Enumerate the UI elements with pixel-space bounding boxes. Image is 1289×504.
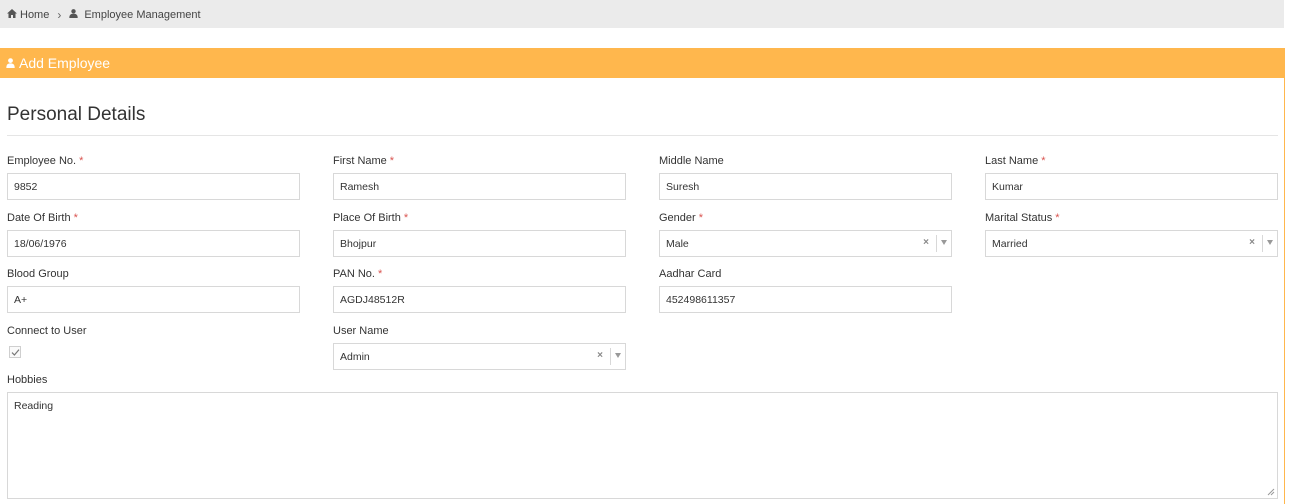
required-marker: * xyxy=(698,212,703,224)
breadcrumb-bar: Home › Employee Management xyxy=(0,0,1284,28)
user-icon xyxy=(6,55,15,71)
aadhar-label-text: Aadhar Card xyxy=(659,268,722,280)
pan-no-label-text: PAN No. xyxy=(333,268,375,280)
hobbies-textarea-value: Reading xyxy=(14,400,54,412)
place-of-birth-input[interactable]: Bhojpur xyxy=(333,230,626,257)
employee-no-label: Employee No. * xyxy=(7,155,83,167)
dob-input[interactable]: 18/06/1976 xyxy=(7,230,300,257)
dob-label-text: Date Of Birth xyxy=(7,212,71,224)
resize-grip-icon[interactable] xyxy=(1267,488,1275,496)
checkmark-icon xyxy=(11,349,20,356)
employee-no-label-text: Employee No. xyxy=(7,155,77,167)
breadcrumb-separator: › xyxy=(57,8,62,22)
first-name-label: First Name * xyxy=(333,155,394,167)
gender-select[interactable]: Male × xyxy=(659,230,952,257)
panel-header: Add Employee xyxy=(0,48,1285,78)
blood-group-input[interactable]: A+ xyxy=(7,286,300,313)
employee-no-input[interactable]: 9852 xyxy=(7,173,300,200)
middle-name-input[interactable]: Suresh xyxy=(659,173,952,200)
breadcrumb-home-link[interactable]: Home xyxy=(20,9,49,21)
hobbies-label: Hobbies xyxy=(7,374,47,386)
pan-no-label: PAN No. * xyxy=(333,268,382,280)
last-name-label-text: Last Name xyxy=(985,155,1039,167)
gender-select-value: Male xyxy=(666,238,689,250)
clear-icon[interactable]: × xyxy=(1249,237,1255,248)
user-name-label: User Name xyxy=(333,325,389,337)
marital-status-label: Marital Status * xyxy=(985,212,1060,224)
clear-icon[interactable]: × xyxy=(597,350,603,361)
required-marker: * xyxy=(73,212,78,224)
middle-name-label-text: Middle Name xyxy=(659,155,724,167)
connect-user-checkbox[interactable] xyxy=(9,346,21,358)
required-marker: * xyxy=(403,212,409,224)
place-of-birth-label: Place Of Birth * xyxy=(333,212,408,224)
connect-user-label: Connect to User xyxy=(7,325,86,337)
pan-no-input[interactable]: AGDJ48512R xyxy=(333,286,626,313)
hobbies-textarea[interactable]: Reading xyxy=(7,392,1278,499)
section-title: Personal Details xyxy=(7,104,146,125)
middle-name-label: Middle Name xyxy=(659,155,724,167)
breadcrumb-current: Employee Management xyxy=(84,9,201,21)
aadhar-label: Aadhar Card xyxy=(659,268,721,280)
first-name-input[interactable]: Ramesh xyxy=(333,173,626,200)
dob-label: Date Of Birth * xyxy=(7,212,78,224)
panel-title: Add Employee xyxy=(6,55,110,71)
required-marker: * xyxy=(79,155,84,167)
select-divider xyxy=(610,348,611,365)
first-name-label-text: First Name xyxy=(333,155,387,167)
panel-title-text: Add Employee xyxy=(19,55,111,71)
chevron-down-icon[interactable] xyxy=(615,353,621,358)
user-name-select[interactable]: Admin × xyxy=(333,343,626,370)
blood-group-label: Blood Group xyxy=(7,268,69,280)
home-icon xyxy=(7,9,17,21)
aadhar-input[interactable]: 452498611357 xyxy=(659,286,952,313)
blood-group-label-text: Blood Group xyxy=(7,268,69,280)
last-name-label: Last Name * xyxy=(985,155,1045,167)
chevron-down-icon[interactable] xyxy=(1267,240,1273,245)
required-marker: * xyxy=(377,268,383,280)
marital-status-select[interactable]: Married × xyxy=(985,230,1278,257)
gender-label: Gender * xyxy=(659,212,703,224)
required-marker: * xyxy=(389,155,395,167)
select-divider xyxy=(1262,235,1263,252)
last-name-input[interactable]: Kumar xyxy=(985,173,1278,200)
user-name-label-text: User Name xyxy=(333,325,389,337)
marital-status-label-text: Marital Status xyxy=(985,212,1053,224)
chevron-down-icon[interactable] xyxy=(941,240,947,245)
user-icon xyxy=(69,9,79,21)
connect-user-label-text: Connect to User xyxy=(7,325,87,337)
gender-label-text: Gender xyxy=(659,212,696,224)
marital-status-select-value: Married xyxy=(992,238,1028,250)
hobbies-label-text: Hobbies xyxy=(7,374,48,386)
section-divider xyxy=(7,135,1278,136)
breadcrumb: Home › Employee Management xyxy=(7,8,201,22)
required-marker: * xyxy=(1055,212,1060,224)
user-name-select-value: Admin xyxy=(340,351,370,363)
required-marker: * xyxy=(1041,155,1046,167)
select-divider xyxy=(936,235,937,252)
place-of-birth-label-text: Place Of Birth xyxy=(333,212,401,224)
clear-icon[interactable]: × xyxy=(923,237,929,248)
panel-right-border xyxy=(1284,78,1285,504)
